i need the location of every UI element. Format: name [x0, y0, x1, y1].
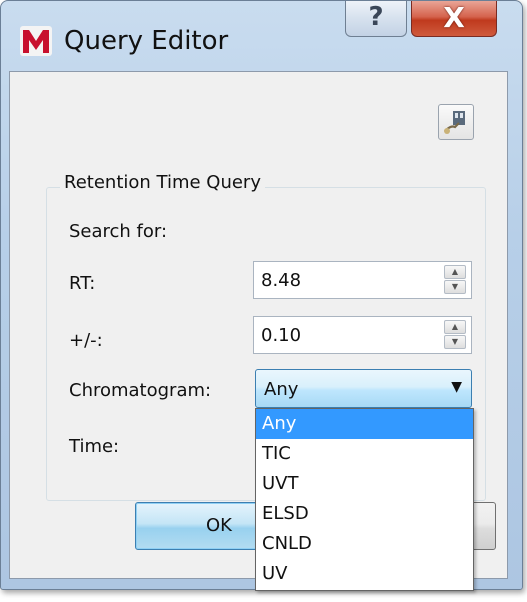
rt-spin-up-button[interactable]: ▲: [444, 265, 466, 279]
group-legend: Retention Time Query: [60, 172, 265, 193]
rt-value: 8.48: [261, 270, 302, 291]
dropdown-option[interactable]: UVT: [256, 469, 473, 499]
search-for-label: Search for:: [69, 221, 168, 242]
chevron-down-icon: ▼: [451, 379, 462, 395]
chromatogram-select[interactable]: Any ▼: [255, 369, 472, 408]
query-tool-button[interactable]: [438, 104, 474, 140]
dropdown-option[interactable]: Any: [256, 409, 473, 439]
chromatogram-label: Chromatogram:: [69, 380, 212, 401]
dropdown-option[interactable]: ELSD: [256, 499, 473, 529]
tolerance-label: +/-:: [69, 330, 103, 351]
query-tool-icon: [444, 111, 465, 134]
dropdown-option[interactable]: UV: [256, 559, 473, 589]
help-icon: ?: [368, 2, 384, 32]
window-title: Query Editor: [64, 26, 229, 56]
chromatogram-dropdown-list: Any TIC UVT ELSD CNLD UV: [255, 408, 474, 591]
rt-spin-down-button[interactable]: ▼: [444, 280, 466, 294]
close-icon: X: [443, 1, 465, 34]
chromatogram-value: Any: [264, 379, 299, 400]
tolerance-input[interactable]: 0.10 ▲ ▼: [253, 316, 472, 354]
app-logo-icon: [20, 26, 52, 56]
close-button[interactable]: X: [411, 1, 497, 37]
arrow-down-icon: ▼: [451, 337, 459, 346]
dropdown-option[interactable]: CNLD: [256, 529, 473, 559]
help-button[interactable]: ?: [345, 1, 407, 37]
tolerance-value: 0.10: [261, 325, 302, 346]
ok-label: OK: [206, 515, 232, 536]
rt-label: RT:: [69, 273, 96, 294]
rt-spinner: ▲ ▼: [444, 265, 468, 295]
title-bar[interactable]: Query Editor ? X: [1, 1, 522, 71]
dropdown-option[interactable]: TIC: [256, 439, 473, 469]
arrow-up-icon: ▲: [451, 267, 459, 276]
time-label: Time:: [69, 436, 120, 457]
rt-input[interactable]: 8.48 ▲ ▼: [253, 261, 472, 299]
arrow-down-icon: ▼: [451, 282, 459, 291]
arrow-up-icon: ▲: [451, 322, 459, 331]
tolerance-spinner: ▲ ▼: [444, 320, 468, 350]
tolerance-spin-down-button[interactable]: ▼: [444, 335, 466, 349]
tolerance-spin-up-button[interactable]: ▲: [444, 320, 466, 334]
